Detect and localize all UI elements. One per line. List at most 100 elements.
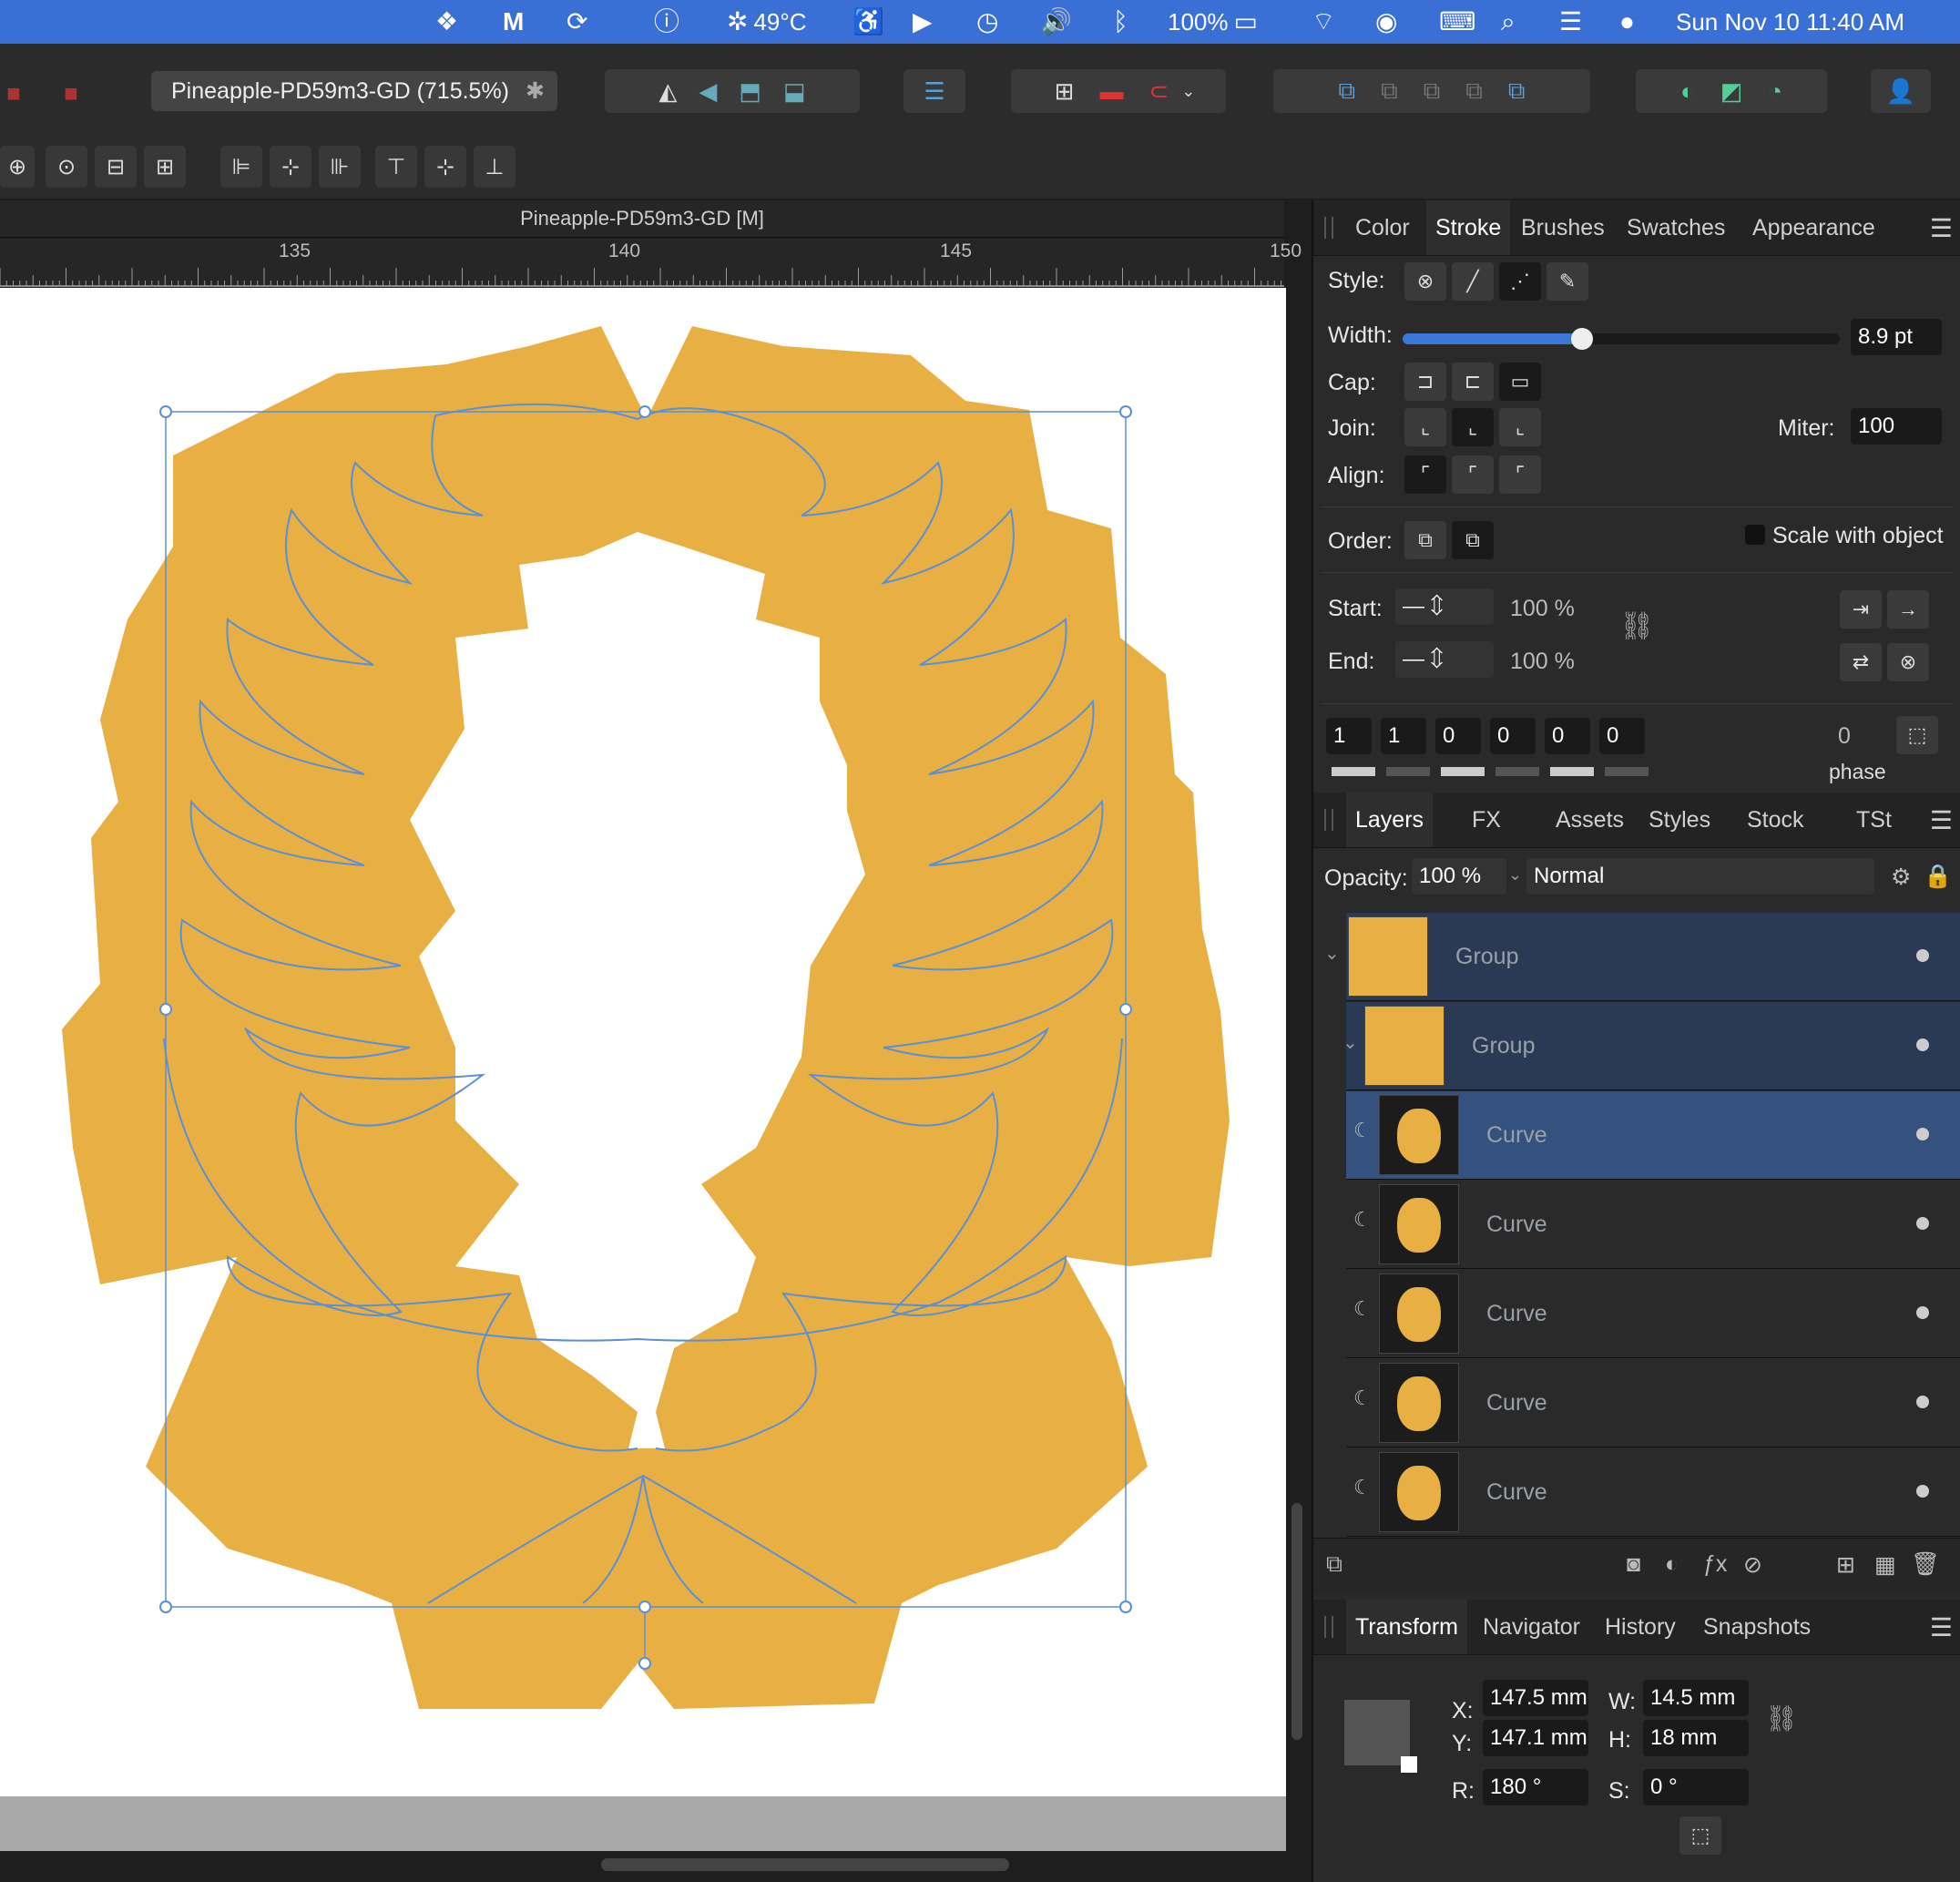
end-scale[interactable]: 100 %: [1510, 649, 1575, 675]
tab-snapshots[interactable]: Snapshots: [1694, 1600, 1820, 1654]
align-outside-stroke-icon[interactable]: ⌜: [1499, 455, 1541, 494]
volume-icon[interactable]: 🔊: [1040, 5, 1072, 38]
battery-status[interactable]: 100% ▭: [1168, 5, 1258, 38]
user-icon[interactable]: ◉: [1375, 5, 1397, 38]
tab-history[interactable]: History: [1596, 1600, 1685, 1654]
opacity-field[interactable]: 100 %: [1412, 858, 1506, 895]
layer-arrange-icon[interactable]: ⧉: [1326, 1551, 1342, 1578]
layer-row[interactable]: ☾ Curve: [1346, 1359, 1960, 1447]
add-layer-icon[interactable]: ⊞: [1836, 1551, 1855, 1579]
solid-line-icon[interactable]: ╱: [1452, 262, 1494, 301]
clock[interactable]: Sun Nov 10 11:40 AM: [1676, 5, 1904, 38]
panel-menu-icon[interactable]: ☰: [1930, 213, 1953, 243]
tab-layers[interactable]: Layers: [1346, 793, 1434, 847]
dropbox-icon[interactable]: ❖: [435, 5, 458, 38]
gap-field[interactable]: 0: [1490, 718, 1536, 754]
info-icon[interactable]: ⓘ: [654, 5, 679, 38]
tab-fx[interactable]: FX: [1463, 793, 1510, 847]
tab-stock[interactable]: Stock: [1738, 793, 1813, 847]
subtract-icon[interactable]: ⧉: [1381, 77, 1398, 106]
add-icon[interactable]: ⧉: [1339, 77, 1356, 106]
spacing-icon[interactable]: ⊟: [95, 146, 137, 188]
accessibility-icon[interactable]: ♿: [852, 5, 884, 38]
align-center-stroke-icon[interactable]: ⌜: [1404, 455, 1446, 494]
visibility-icon[interactable]: [1916, 1038, 1929, 1051]
grip-icon[interactable]: [1324, 809, 1333, 831]
tab-brushes[interactable]: Brushes: [1512, 200, 1614, 255]
stroke-front-icon[interactable]: ⧉: [1452, 521, 1494, 559]
align-center-icon[interactable]: ⊹: [270, 146, 311, 188]
bluetooth-icon[interactable]: ᛒ: [1113, 5, 1128, 38]
dash-field[interactable]: 0: [1435, 718, 1481, 754]
visibility-icon[interactable]: [1916, 1485, 1929, 1498]
reverse-icon[interactable]: ◔: [1768, 77, 1782, 106]
align-middle-icon[interactable]: ⊹: [424, 146, 466, 188]
account-icon[interactable]: 👤: [1871, 69, 1931, 113]
link-icon[interactable]: ⛓: [1765, 1703, 1798, 1734]
dash-line-icon[interactable]: ⋰: [1499, 262, 1541, 301]
tab-stroke[interactable]: Stroke: [1426, 200, 1511, 255]
gap-field[interactable]: 1: [1381, 718, 1426, 754]
wifi-icon[interactable]: ⌔: [1312, 5, 1335, 38]
round-cap-icon[interactable]: ⊏: [1452, 363, 1494, 401]
scale-with-object-checkbox[interactable]: [1745, 525, 1765, 545]
layer-row[interactable]: ⌄ Group: [1342, 1002, 1960, 1090]
layer-row[interactable]: ☾ Curve: [1346, 1448, 1960, 1537]
xor-icon[interactable]: ⧉: [1465, 77, 1483, 106]
visibility-icon[interactable]: [1916, 949, 1929, 962]
gear-icon[interactable]: ⚙: [1891, 864, 1911, 891]
visibility-icon[interactable]: [1916, 1217, 1929, 1230]
dash-field[interactable]: 0: [1545, 718, 1590, 754]
live-filter-icon[interactable]: ⊘: [1743, 1551, 1762, 1579]
horizontal-ruler[interactable]: 135 140 145 150: [0, 239, 1302, 289]
tab-color[interactable]: Color: [1346, 200, 1419, 255]
sync-icon[interactable]: ⟳: [567, 5, 587, 38]
x-field[interactable]: 147.5 mm: [1483, 1680, 1588, 1716]
y-field[interactable]: 147.1 mm: [1483, 1720, 1588, 1756]
flip-horizontal-icon[interactable]: ◭: [658, 77, 677, 106]
chevron-down-icon[interactable]: ⌄: [1508, 865, 1522, 885]
align-inside-stroke-icon[interactable]: ⌜: [1452, 455, 1494, 494]
arrow-end-icon[interactable]: ⇥: [1840, 590, 1882, 629]
layer-row[interactable]: ☾ Curve: [1346, 1181, 1960, 1269]
align-bottom-icon[interactable]: ⊥: [474, 146, 516, 188]
divide-icon[interactable]: ⧉: [1508, 77, 1526, 106]
siri-icon[interactable]: ●: [1619, 5, 1635, 38]
mask-icon[interactable]: ◙: [1627, 1551, 1640, 1578]
app-m-icon[interactable]: M: [503, 5, 524, 38]
dash-balance-icon[interactable]: ⬚: [1896, 716, 1938, 754]
link-icon[interactable]: ⛓: [1619, 610, 1654, 642]
align-icon[interactable]: ☰: [903, 69, 965, 113]
duplicate-icon[interactable]: ◩: [1720, 77, 1743, 106]
trash-icon[interactable]: 🗑: [1911, 1551, 1940, 1578]
layer-row[interactable]: ☾ Curve: [1346, 1270, 1960, 1358]
anchor-point[interactable]: [1401, 1756, 1417, 1773]
h-field[interactable]: 18 mm: [1643, 1720, 1749, 1756]
flip-vertical-icon[interactable]: ◀: [699, 77, 717, 106]
arrow-extend-icon[interactable]: →: [1887, 590, 1929, 629]
tab-assets[interactable]: Assets: [1547, 793, 1633, 847]
rotate-right-icon[interactable]: ⬓: [783, 77, 806, 106]
align-left-icon[interactable]: ⊫: [220, 146, 262, 188]
w-field[interactable]: 14.5 mm: [1643, 1680, 1749, 1716]
swap-arrows-icon[interactable]: ⇄: [1840, 643, 1882, 681]
control-center-icon[interactable]: ☰: [1559, 5, 1582, 38]
crosshair-icon[interactable]: ⊕: [0, 146, 35, 188]
phase-value[interactable]: 0: [1838, 723, 1851, 750]
remove-arrows-icon[interactable]: ⊗: [1887, 643, 1929, 681]
pineapple-shape[interactable]: [62, 326, 1230, 1709]
start-arrowhead-select[interactable]: ⎯⎯ ⇕: [1395, 588, 1494, 625]
end-arrowhead-select[interactable]: ⎯⎯ ⇕: [1395, 641, 1494, 678]
chevron-down-icon[interactable]: ⌄: [1324, 942, 1340, 965]
tab-appearance[interactable]: Appearance: [1743, 200, 1884, 255]
merge-curves-icon[interactable]: ◐: [1680, 77, 1695, 106]
miter-field[interactable]: 100: [1851, 408, 1942, 445]
width-slider-knob[interactable]: [1570, 328, 1593, 350]
snap-toggle-icon[interactable]: ▬: [1099, 77, 1123, 106]
document-tab[interactable]: Pineapple-PD59m3-GD (715.5%) ✱: [151, 71, 557, 111]
lock-icon[interactable]: 🔒: [1924, 864, 1952, 890]
grip-icon[interactable]: [1324, 1616, 1333, 1638]
texture-line-icon[interactable]: ✎: [1547, 262, 1588, 301]
anchor-selector[interactable]: [1344, 1700, 1417, 1773]
persona-icon[interactable]: ■: [0, 71, 27, 115]
